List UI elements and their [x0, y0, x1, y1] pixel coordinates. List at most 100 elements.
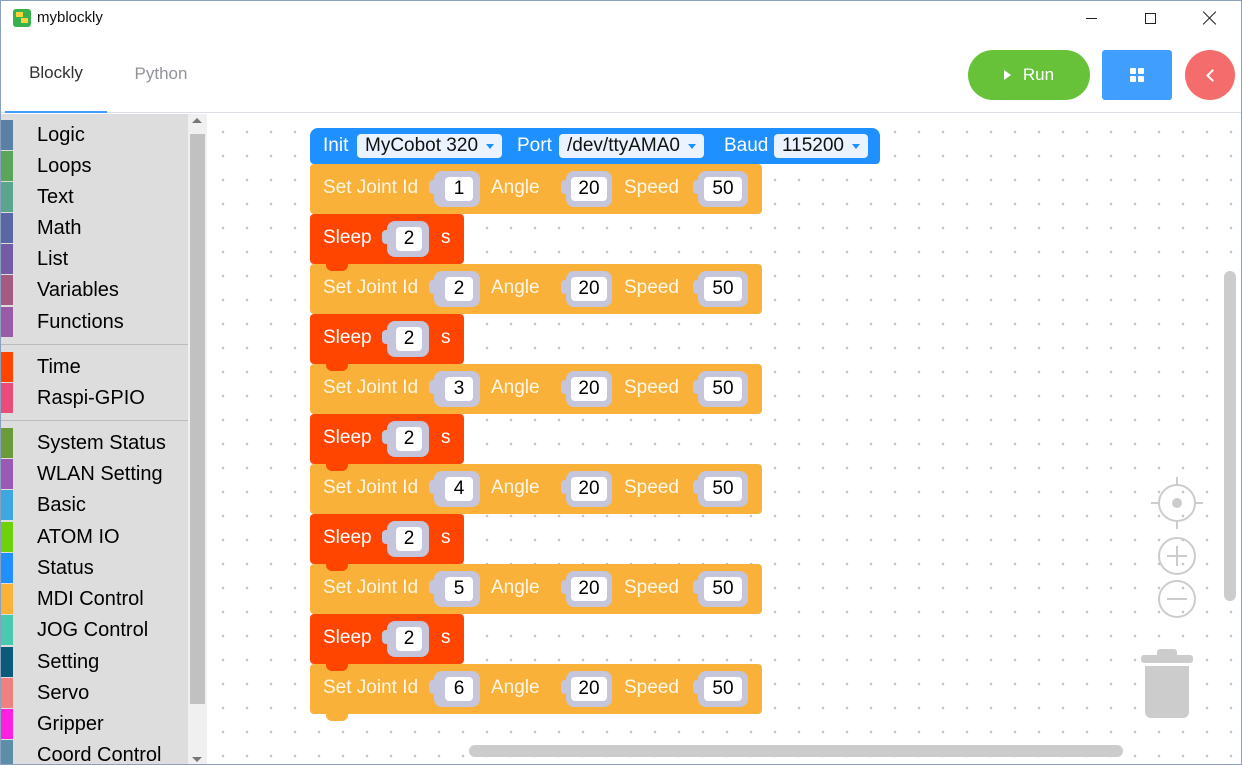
- init-block[interactable]: Init MyCobot 320 Port /dev/ttyAMA0 Baud …: [310, 128, 880, 164]
- category-color-swatch: [1, 120, 13, 150]
- toolbox-category-mdi-control[interactable]: MDI Control: [1, 584, 188, 614]
- set-joint-label: Set Joint Id: [323, 477, 419, 498]
- sleep-input[interactable]: 2: [396, 327, 422, 351]
- joint-id-input[interactable]: 4: [445, 477, 473, 501]
- app-window: myblockly Blockly Python Run Logic Loops T…: [0, 0, 1242, 765]
- joint-id-input[interactable]: 3: [445, 377, 473, 401]
- set-joint-block[interactable]: Set Joint Id 3 Angle 20 Speed 50: [310, 364, 762, 421]
- toolbox-scroll-thumb[interactable]: [190, 134, 205, 704]
- category-color-swatch: [1, 275, 13, 305]
- sleep-block[interactable]: Sleep 2 s: [310, 414, 464, 471]
- toolbox-category-jog-control[interactable]: JOG Control: [1, 615, 188, 645]
- recenter-icon[interactable]: [1151, 477, 1203, 529]
- speed-input[interactable]: 50: [704, 477, 742, 501]
- toolbox-category-status[interactable]: Status: [1, 553, 188, 583]
- set-joint-block[interactable]: Set Joint Id 1 Angle 20 Speed 50: [310, 164, 762, 221]
- scroll-down-arrow-icon[interactable]: [192, 757, 202, 762]
- speed-input[interactable]: 50: [704, 577, 742, 601]
- dropdown-arrow-icon: [688, 143, 696, 149]
- sleep-block[interactable]: Sleep 2 s: [310, 614, 464, 671]
- toolbox-category-system-status[interactable]: System Status: [1, 428, 188, 458]
- sleep-block[interactable]: Sleep 2 s: [310, 514, 464, 571]
- toolbox-category-time[interactable]: Time: [1, 352, 188, 382]
- minimize-button[interactable]: [1068, 1, 1114, 35]
- toolbox-category-text[interactable]: Text: [1, 182, 188, 212]
- set-joint-block[interactable]: Set Joint Id 4 Angle 20 Speed 50: [310, 464, 762, 521]
- joint-id-socket: 1: [429, 171, 480, 207]
- toolbox-category-list[interactable]: List: [1, 244, 188, 274]
- angle-input[interactable]: 20: [571, 477, 607, 501]
- toolbox-category-variables[interactable]: Variables: [1, 275, 188, 305]
- angle-socket: 20: [561, 171, 612, 207]
- category-color-swatch: [1, 647, 13, 677]
- angle-input[interactable]: 20: [571, 277, 607, 301]
- tab-blockly[interactable]: Blockly: [5, 35, 107, 113]
- angle-input[interactable]: 20: [571, 177, 607, 201]
- angle-socket: 20: [561, 271, 612, 307]
- zoom-in-icon[interactable]: [1158, 537, 1196, 575]
- toolbox-category-label: Basic: [37, 493, 86, 516]
- tab-python[interactable]: Python: [111, 35, 211, 113]
- trash-icon[interactable]: [1141, 649, 1193, 719]
- robot-dropdown[interactable]: MyCobot 320: [357, 134, 503, 158]
- joint-id-input[interactable]: 1: [445, 177, 473, 201]
- joint-id-input[interactable]: 6: [445, 677, 473, 701]
- back-button[interactable]: [1185, 50, 1235, 100]
- set-joint-label: Set Joint Id: [323, 577, 419, 598]
- zoom-out-icon[interactable]: [1158, 580, 1196, 618]
- sleep-input[interactable]: 2: [396, 427, 422, 451]
- set-joint-block[interactable]: Set Joint Id 2 Angle 20 Speed 50: [310, 264, 762, 321]
- toolbox-category-wlan-setting[interactable]: WLAN Setting: [1, 459, 188, 489]
- toolbox-category-setting[interactable]: Setting: [1, 647, 188, 677]
- close-button[interactable]: [1187, 1, 1233, 35]
- joint-id-input[interactable]: 5: [445, 577, 473, 601]
- sleep-input[interactable]: 2: [396, 627, 422, 651]
- maximize-button[interactable]: [1127, 1, 1173, 35]
- angle-socket: 20: [561, 671, 612, 707]
- joint-id-socket: 2: [429, 271, 480, 307]
- maximize-icon: [1144, 12, 1156, 24]
- workspace-horizontal-scrollbar[interactable]: [469, 745, 1123, 757]
- set-joint-block[interactable]: Set Joint Id 5 Angle 20 Speed 50: [310, 564, 762, 621]
- speed-input[interactable]: 50: [704, 677, 742, 701]
- toolbox-category-gripper[interactable]: Gripper: [1, 709, 188, 739]
- toolbox-category-loops[interactable]: Loops: [1, 151, 188, 181]
- angle-label: Angle: [491, 177, 540, 198]
- speed-input[interactable]: 50: [704, 377, 742, 401]
- joint-id-socket: 3: [429, 371, 480, 407]
- grid-menu-button[interactable]: [1102, 50, 1172, 100]
- speed-label: Speed: [624, 677, 679, 698]
- robot-value: MyCobot 320: [365, 135, 479, 156]
- category-color-swatch: [1, 213, 13, 243]
- speed-input[interactable]: 50: [704, 277, 742, 301]
- toolbox-category-basic[interactable]: Basic: [1, 490, 188, 520]
- toolbox-category-logic[interactable]: Logic: [1, 120, 188, 150]
- speed-label: Speed: [624, 277, 679, 298]
- toolbox-category-servo[interactable]: Servo: [1, 678, 188, 708]
- baud-dropdown[interactable]: 115200: [774, 134, 868, 158]
- angle-input[interactable]: 20: [571, 577, 607, 601]
- toolbox-category-functions[interactable]: Functions: [1, 307, 188, 337]
- angle-input[interactable]: 20: [571, 677, 607, 701]
- toolbox-category-math[interactable]: Math: [1, 213, 188, 243]
- scroll-up-arrow-icon[interactable]: [192, 118, 202, 123]
- block-connector: [326, 463, 348, 471]
- angle-label: Angle: [491, 477, 540, 498]
- angle-input[interactable]: 20: [571, 377, 607, 401]
- set-joint-block[interactable]: Set Joint Id 6 Angle 20 Speed 50: [310, 664, 762, 721]
- run-button[interactable]: Run: [968, 50, 1090, 100]
- block-connector: [326, 563, 348, 571]
- sleep-input[interactable]: 2: [396, 227, 422, 251]
- toolbox-category-atom-io[interactable]: ATOM IO: [1, 522, 188, 552]
- toolbox-category-label: Raspi-GPIO: [37, 386, 145, 409]
- sleep-block[interactable]: Sleep 2 s: [310, 314, 464, 371]
- speed-input[interactable]: 50: [704, 177, 742, 201]
- toolbox-category-coord-control[interactable]: Coord Control: [1, 740, 188, 764]
- workspace-vertical-scrollbar[interactable]: [1224, 271, 1236, 601]
- block-connector: [326, 713, 348, 721]
- toolbox-category-raspi-gpio[interactable]: Raspi-GPIO: [1, 383, 188, 413]
- port-dropdown[interactable]: /dev/ttyAMA0: [559, 134, 704, 158]
- joint-id-input[interactable]: 2: [445, 277, 473, 301]
- sleep-input[interactable]: 2: [396, 527, 422, 551]
- sleep-block[interactable]: Sleep 2 s: [310, 214, 464, 271]
